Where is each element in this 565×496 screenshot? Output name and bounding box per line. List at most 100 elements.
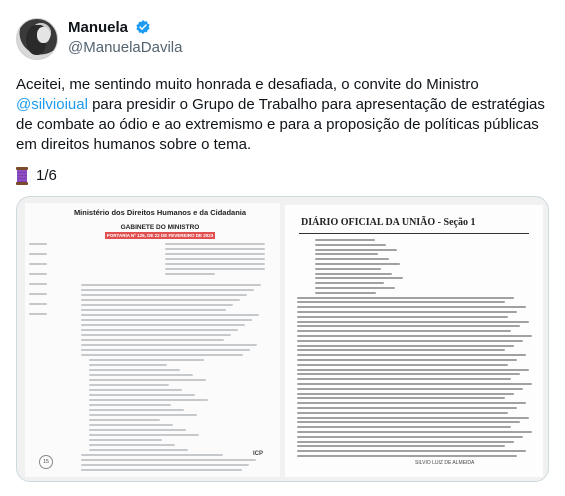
text-line	[297, 359, 517, 361]
text-line	[297, 455, 517, 457]
text-line	[297, 311, 517, 313]
text-line	[297, 416, 529, 419]
text-line	[81, 454, 223, 456]
tweet-text-part-1: Aceitei, me sentindo muito honrada e des…	[16, 76, 479, 93]
text-line	[89, 404, 171, 406]
text-line	[297, 373, 520, 376]
text-line	[81, 329, 238, 331]
ministry-header: Ministério dos Direitos Humanos e da Cid…	[73, 208, 247, 217]
text-line	[89, 394, 195, 396]
text-line	[297, 445, 505, 448]
text-line	[297, 368, 529, 371]
margin-note	[29, 263, 47, 265]
text-line	[297, 407, 517, 409]
text-line	[315, 258, 389, 261]
display-name[interactable]: Manuela	[68, 18, 128, 38]
margin-note	[29, 303, 47, 305]
margin-note	[29, 273, 47, 275]
text-line	[297, 387, 523, 390]
document-page-right: DIÁRIO OFICIAL DA UNIÃO - Seção 1 SILVIO…	[285, 205, 543, 477]
text-line	[297, 392, 514, 395]
portaria-title: PORTARIA Nº 126, DE 22 DE FEVEREIRO DE 2…	[106, 233, 214, 238]
text-line	[89, 424, 173, 426]
text-line	[81, 344, 257, 346]
text-line	[165, 268, 265, 270]
diario-oficial-header: DIÁRIO OFICIAL DA UNIÃO - Seção 1	[301, 217, 476, 228]
text-line	[81, 324, 245, 326]
tweet-media-image[interactable]: Ministério dos Direitos Humanos e da Cid…	[16, 196, 549, 482]
text-line	[89, 389, 182, 391]
text-line	[315, 243, 386, 246]
text-line	[165, 253, 265, 255]
margin-note	[29, 293, 47, 295]
text-line	[315, 287, 395, 289]
tweet-text-part-2: para presidir o Grupo de Trabalho para a…	[16, 96, 545, 153]
text-line	[165, 243, 265, 245]
text-line	[297, 325, 520, 328]
text-line	[297, 440, 514, 443]
text-line	[297, 421, 520, 424]
text-line	[89, 369, 180, 371]
text-line	[165, 263, 265, 265]
text-line	[315, 248, 397, 251]
margin-note	[29, 283, 47, 285]
text-line	[297, 378, 511, 381]
text-line	[315, 267, 381, 270]
text-line	[297, 431, 532, 433]
text-line	[89, 364, 167, 366]
text-line	[89, 414, 197, 416]
text-line	[81, 319, 252, 321]
signature: SILVIO LUIZ DE ALMEIDA	[415, 460, 475, 466]
text-line	[165, 248, 265, 250]
text-line	[81, 334, 231, 336]
text-line	[297, 435, 523, 438]
spool-of-thread-icon	[16, 167, 28, 185]
text-line	[297, 363, 508, 366]
text-line	[315, 277, 403, 280]
thread-indicator: 1/6	[16, 166, 57, 186]
text-line	[81, 294, 247, 296]
text-line	[297, 411, 508, 414]
text-line	[297, 344, 514, 347]
tweet-text: Aceitei, me sentindo muito honrada e des…	[16, 75, 549, 155]
text-line	[81, 299, 240, 301]
text-line	[297, 450, 526, 453]
document-page-left: Ministério dos Direitos Humanos e da Cid…	[25, 203, 280, 477]
tweet-header: Manuela @ManuelaDavila	[16, 14, 549, 62]
text-line	[81, 309, 226, 311]
text-line	[297, 426, 511, 429]
text-line	[89, 434, 199, 436]
text-line	[297, 397, 505, 400]
text-line	[89, 384, 169, 386]
text-line	[81, 469, 242, 471]
text-line	[297, 301, 505, 304]
text-line	[297, 339, 523, 342]
text-line	[89, 439, 162, 441]
user-names: Manuela @ManuelaDavila	[68, 18, 182, 58]
text-line	[81, 304, 233, 306]
text-line	[315, 263, 400, 265]
text-line	[315, 282, 384, 285]
text-line	[81, 464, 249, 466]
text-line	[89, 429, 186, 431]
text-line	[81, 314, 259, 316]
user-handle[interactable]: @ManuelaDavila	[68, 38, 182, 58]
mention-link[interactable]: @silvioiual	[16, 96, 88, 113]
text-line	[81, 289, 254, 291]
text-line	[297, 306, 526, 309]
text-line	[81, 339, 224, 341]
verified-badge-icon	[136, 20, 151, 34]
avatar[interactable]	[16, 18, 58, 60]
margin-note	[29, 253, 47, 255]
text-line	[297, 349, 505, 352]
text-line	[315, 253, 378, 256]
text-line	[81, 459, 256, 461]
text-line	[89, 399, 208, 401]
text-line	[297, 320, 529, 323]
text-line	[81, 354, 243, 356]
thread-counter: 1/6	[36, 167, 57, 184]
text-line	[165, 258, 265, 260]
text-line	[297, 354, 526, 357]
header-rule	[299, 233, 529, 234]
text-line	[297, 402, 526, 405]
